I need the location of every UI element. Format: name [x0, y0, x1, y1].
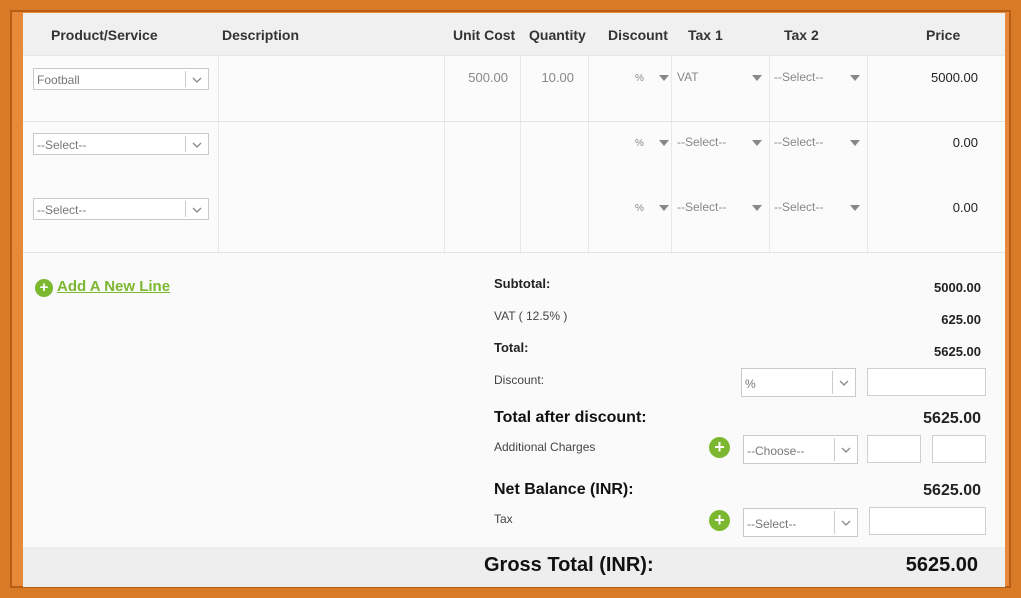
charge-value-input[interactable] [932, 435, 986, 463]
discount-value: % [635, 203, 644, 214]
caret-down-icon [850, 140, 860, 146]
tax1-value: --Select-- [677, 135, 727, 149]
total-after-discount-value: 5625.00 [923, 410, 981, 427]
add-tax-plus-icon[interactable]: + [709, 510, 730, 531]
vat-value: 625.00 [941, 312, 981, 327]
vat-label: VAT ( 12.5% ) [494, 309, 568, 323]
additional-charges-value: --Choose-- [747, 444, 805, 458]
chevron-down-icon [841, 520, 851, 526]
tax1-select[interactable]: --Select-- [672, 129, 769, 155]
description-field[interactable] [219, 122, 444, 187]
gross-total-label: Gross Total (INR): [484, 554, 654, 576]
tax1-value: VAT [677, 70, 699, 84]
chevron-down-icon [192, 77, 202, 83]
additional-charges-select[interactable]: --Choose-- [743, 435, 858, 464]
quantity-field[interactable] [521, 122, 588, 187]
tax2-select[interactable]: --Select-- [770, 194, 867, 220]
discount-value: % [635, 138, 644, 149]
tax2-select[interactable]: --Select-- [770, 129, 867, 155]
tax1-value: --Select-- [677, 200, 727, 214]
tax2-value: --Select-- [774, 135, 824, 149]
table-header: Product/Service Description Unit Cost Qu… [23, 13, 1005, 56]
description-field[interactable] [219, 56, 444, 121]
col-description: Description [222, 27, 300, 43]
chevron-down-icon [192, 142, 202, 148]
tax-select-value: --Select-- [747, 517, 797, 531]
quantity-field[interactable]: 10.00 [520, 70, 574, 85]
subtotal-value: 5000.00 [934, 280, 981, 295]
table-row: Football 500.00 10.00 % VAT --Select-- 5… [23, 56, 1005, 122]
col-tax1: Tax 1 [688, 27, 723, 43]
caret-down-icon [659, 75, 669, 81]
caret-down-icon [659, 205, 669, 211]
discount-select[interactable]: % [589, 194, 671, 220]
net-balance-label: Net Balance (INR): [494, 481, 634, 498]
gross-total-bar: Gross Total (INR): 5625.00 [23, 547, 1005, 587]
discount-type-select[interactable]: % [741, 368, 856, 397]
discount-select[interactable]: % [589, 64, 671, 90]
col-price: Price [926, 27, 961, 43]
unit-cost-field[interactable] [445, 187, 520, 252]
chevron-down-icon [841, 447, 851, 453]
product-value: --Select-- [37, 138, 87, 152]
caret-down-icon [850, 75, 860, 81]
product-value: Football [37, 73, 80, 87]
quantity-field[interactable] [521, 187, 588, 252]
total-value: 5625.00 [934, 344, 981, 359]
row-price: 5000.00 [931, 70, 978, 85]
add-new-line-label: Add A New Line [57, 278, 171, 295]
col-quantity: Quantity [529, 27, 586, 43]
unit-cost-field[interactable]: 500.00 [444, 70, 508, 85]
table-row: --Select-- % --Select-- --Select-- 0.00 [23, 122, 1005, 188]
caret-down-icon [659, 140, 669, 146]
net-balance-value: 5625.00 [923, 482, 981, 499]
tax2-value: --Select-- [774, 70, 824, 84]
tax-select[interactable]: --Select-- [743, 508, 858, 537]
product-value: --Select-- [37, 203, 87, 217]
col-discount: Discount [608, 27, 668, 43]
tax1-select[interactable]: --Select-- [672, 194, 769, 220]
row-price: 0.00 [952, 135, 978, 150]
discount-select[interactable]: % [589, 129, 671, 155]
gross-total-value: 5625.00 [905, 554, 978, 576]
discount-label: Discount: [494, 373, 545, 387]
tax-label: Tax [494, 512, 513, 526]
col-product: Product/Service [51, 27, 158, 43]
total-after-discount-label: Total after discount: [494, 409, 647, 426]
chevron-down-icon [192, 207, 202, 213]
chevron-down-icon [839, 380, 849, 386]
charge-amount-input[interactable] [867, 435, 921, 463]
tax1-select[interactable]: VAT [672, 64, 769, 90]
total-label: Total: [494, 340, 529, 355]
tax-amount-input[interactable] [869, 507, 986, 535]
tax2-value: --Select-- [774, 200, 824, 214]
unit-cost-field[interactable] [445, 122, 520, 187]
discount-amount-input[interactable] [867, 368, 986, 396]
subtotal-label: Subtotal: [494, 276, 551, 291]
invoice-items-panel: Product/Service Description Unit Cost Qu… [23, 13, 1005, 587]
table-row: --Select-- % --Select-- --Select-- 0.00 [23, 187, 1005, 253]
col-tax2: Tax 2 [784, 27, 819, 43]
tax2-select[interactable]: --Select-- [770, 64, 867, 90]
caret-down-icon [850, 205, 860, 211]
caret-down-icon [752, 205, 762, 211]
product-select[interactable]: Football [33, 68, 209, 90]
additional-charges-label: Additional Charges [494, 440, 596, 454]
caret-down-icon [752, 140, 762, 146]
product-select[interactable]: --Select-- [33, 133, 209, 155]
row-price: 0.00 [952, 200, 978, 215]
col-unit-cost: Unit Cost [453, 27, 516, 43]
product-select[interactable]: --Select-- [33, 198, 209, 220]
discount-value: % [635, 73, 644, 84]
description-field[interactable] [219, 187, 444, 252]
plus-circle-icon: + [35, 279, 53, 297]
add-charge-plus-icon[interactable]: + [709, 437, 730, 458]
discount-type-value: % [745, 377, 756, 391]
caret-down-icon [752, 75, 762, 81]
